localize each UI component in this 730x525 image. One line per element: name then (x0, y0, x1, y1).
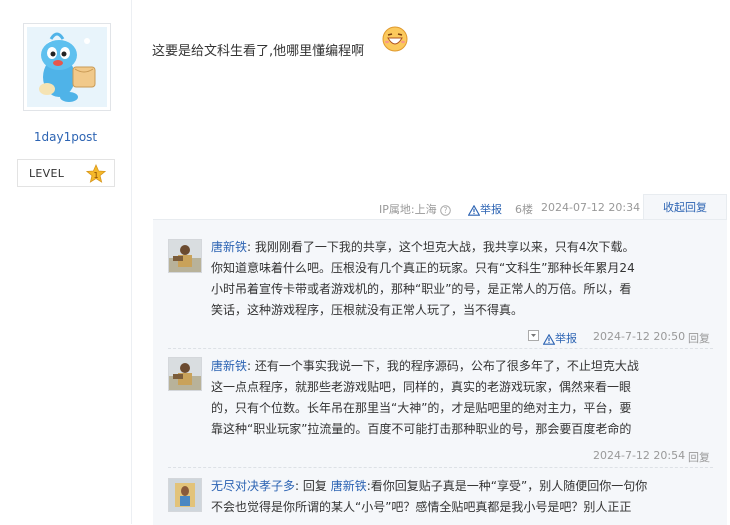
username-link[interactable]: 1day1post (0, 130, 131, 144)
reply-text-line: 我刚刚看了一下我的共享，这个坦克大战，我共享以来，只有4次下载。 (254, 240, 635, 254)
reply-author-link[interactable]: 唐新铁 (211, 359, 247, 373)
level-badge[interactable]: LEVEL 1 (17, 159, 115, 187)
post-report-link[interactable]: 举报 (468, 201, 502, 217)
reply-target-link[interactable]: 唐新铁 (331, 479, 367, 493)
reply-text-line: 还有一个事实我说一下，我的程序源码，公布了很多年了，不止坦克大战 (254, 359, 639, 373)
level-label: LEVEL (29, 167, 65, 180)
collapse-replies-button[interactable]: 收起回复 (643, 194, 727, 220)
ip-location: IP属地:上海 ? (379, 201, 451, 217)
reply-content: 无尽对决孝子多: 回复 唐新铁:看你回复贴子真是一种“享受”，别人随便回你一句你… (211, 476, 711, 518)
floor-number: 6楼 (515, 203, 533, 216)
reply-list: 唐新铁: 我刚刚看了一下我的共享，这个坦克大战，我共享以来，只有4次下载。 你知… (153, 219, 727, 525)
reply-text-line: :看你回复贴子真是一种“享受”，别人随便回你一句你 (366, 479, 648, 493)
warning-icon (468, 204, 480, 216)
laughing-emoji-icon (382, 26, 408, 52)
svg-text:?: ? (444, 206, 448, 215)
warning-icon (543, 333, 555, 345)
reply-button[interactable]: 回复 (688, 330, 710, 346)
reply-avatar[interactable] (168, 478, 202, 512)
reply-report-link[interactable]: 举报 (543, 330, 577, 346)
reply-text-line: 笑话，这种游戏程序，压根就没有正常人玩了，当不得真。 (211, 303, 524, 317)
svg-text:1: 1 (93, 171, 98, 180)
level-star-icon: 1 (86, 164, 106, 183)
reply-author-link[interactable]: 无尽对决孝子多 (211, 479, 295, 493)
reply-text-line: 不会也觉得是你所谓的某人“小号”吧？感情全贴吧真都是我小号是吧？别人正正 (211, 500, 632, 514)
post-time: 2024-07-12 20:34 (541, 201, 641, 214)
reply-avatar[interactable] (168, 239, 202, 273)
reply-avatar[interactable] (168, 357, 202, 391)
post-content: 这要是给文科生看了,他哪里懂编程啊 (152, 44, 365, 59)
avatar-image (27, 27, 107, 107)
reply-text-line: 小时吊着宣传卡带或者游戏机的，那种“职业”的号，是正常人的万倍。所以，看 (211, 282, 632, 296)
colon: : (247, 359, 252, 373)
reply-time: 2024-7-12 20:54 (593, 449, 686, 462)
user-info-column: 1day1post LEVEL 1 (0, 0, 132, 524)
reply-content: 唐新铁: 还有一个事实我说一下，我的程序源码，公布了很多年了，不止坦克大战 这一… (211, 356, 711, 440)
expand-icon[interactable] (528, 330, 539, 344)
reply-content: 唐新铁: 我刚刚看了一下我的共享，这个坦克大战，我共享以来，只有4次下载。 你知… (211, 237, 711, 321)
reply-text-line: 你知道意味着什么吧。压根没有几个真正的玩家。只有“文科生”那种长年累月24 (211, 261, 635, 275)
colon: : (247, 240, 252, 254)
user-avatar[interactable] (23, 23, 111, 111)
help-icon[interactable]: ? (440, 204, 451, 216)
colon: : (295, 479, 300, 493)
divider (168, 348, 713, 349)
reply-text-line: 这一点点程序，就那些老游戏贴吧，同样的，真实的老游戏玩家，偶然来看一眼 (211, 380, 632, 394)
reply-button[interactable]: 回复 (688, 449, 710, 465)
reply-author-link[interactable]: 唐新铁 (211, 240, 247, 254)
reply-word: 回复 (302, 479, 327, 493)
reply-time: 2024-7-12 20:50 (593, 330, 686, 343)
reply-text-line: 靠这种“职业玩家”拉流量的。百度不可能打击那种职业的号，那会要百度老命的 (211, 422, 632, 436)
divider (168, 467, 713, 468)
reply-text-line: 的，只有个位数。长年吊在那里当“大神”的，才是贴吧里的绝对主力，平台，要 (211, 401, 632, 415)
